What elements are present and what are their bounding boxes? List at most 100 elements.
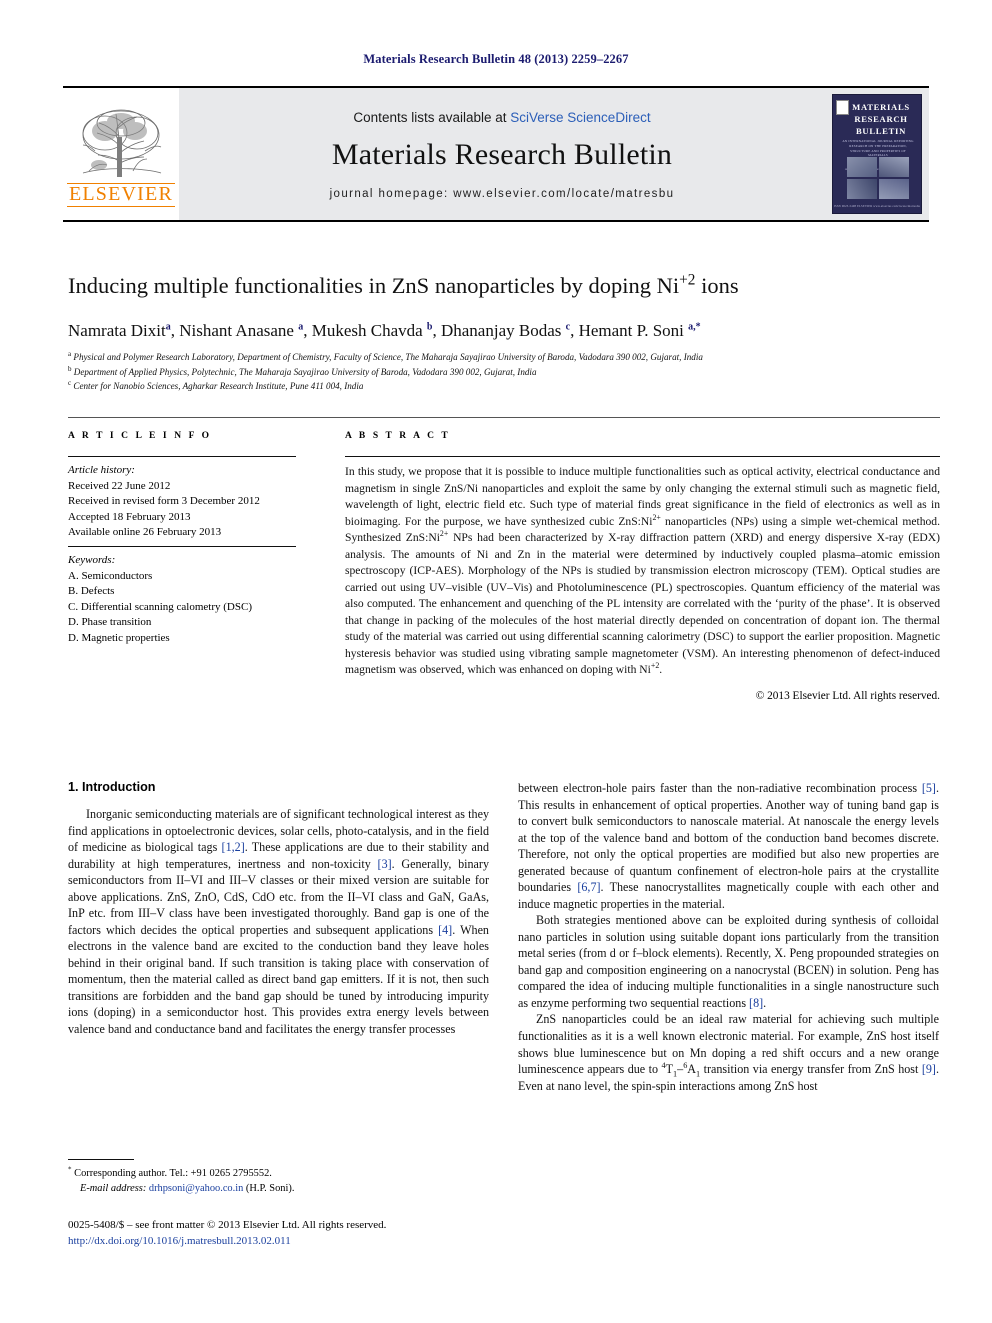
journal-title: Materials Research Bulletin [331,138,673,171]
journal-masthead: ELSEVIER Contents lists available at Sci… [63,86,929,222]
abstract-part-3: NPs had been characterized by X-ray diff… [345,531,940,677]
cover-title-line2: RESEARCH [854,114,908,124]
keyword-item: D. Magnetic properties [68,632,170,645]
email-owner: (H.P. Soni). [245,1183,295,1195]
info-section-top-rule [68,417,940,418]
email-label: E-mail address: [80,1183,147,1195]
keywords-rule [68,546,296,547]
cover-title-line1: MATERIALS [852,102,910,112]
keyword-item: B. Defects [68,585,115,598]
text-run: Both strategies mentioned above can be e… [518,913,939,1010]
running-head: Materials Research Bulletin 48 (2013) 22… [363,52,629,66]
journal-banner: Contents lists available at SciVerse Sci… [179,88,825,220]
cover-title-line3: BULLETIN [855,126,907,136]
corresponding-author-text: Corresponding author. Tel.: +91 0265 279… [74,1168,272,1179]
email-note: E-mail address: drhpsoni@yahoo.co.in (H.… [68,1181,498,1196]
article-title-tail: ions [695,273,739,298]
journal-cover-cell: MATERIALS RESEARCH BULLETIN AN INTERNATI… [825,88,929,220]
article-history: Article history: Received 22 June 2012 R… [68,463,303,541]
author-name: Dhananjay Bodas [440,321,562,340]
keywords-label: Keywords: [68,554,116,566]
cover-micrograph-2 [879,157,909,177]
text-run: between electron-hole pairs faster than … [518,781,922,795]
article-info-heading: A R T I C L E I N F O [68,431,212,441]
abstract-heading: A B S T R A C T [345,431,451,441]
journal-cover-thumbnail[interactable]: MATERIALS RESEARCH BULLETIN AN INTERNATI… [832,94,922,214]
author-affiliation-mark[interactable]: b [427,321,433,332]
article-page: Materials Research Bulletin 48 (2013) 22… [0,0,992,1323]
contents-available-line: Contents lists available at SciVerse Sci… [353,110,650,125]
author-list: Namrata Dixita, Nishant Anasane a, Mukes… [68,321,701,340]
paragraph: between electron-hole pairs faster than … [518,780,939,912]
transition-A: A [687,1062,697,1077]
elsevier-wordmark: ELSEVIER [66,183,176,207]
author-name: Namrata Dixit [68,321,166,340]
text-run: transition via energy transfer from ZnS … [700,1062,922,1077]
cover-subtitle: AN INTERNATIONAL JOURNAL REPORTING RESEA… [842,139,914,158]
sciencedirect-link[interactable]: SciVerse ScienceDirect [510,110,650,125]
author-affiliation-mark[interactable]: c [566,321,570,332]
page-footer: 0025-5408/$ – see front matter © 2013 El… [68,1218,548,1250]
affiliation-item: c Center for Nanobio Sciences, Agharkar … [68,379,948,394]
history-item: Available online 26 February 2013 [68,526,222,539]
body-column-right: between electron-hole pairs faster than … [518,780,939,1094]
section-heading-introduction: 1. Introduction [68,780,156,794]
affiliation-item: b Department of Applied Physics, Polytec… [68,365,948,380]
citation-ref[interactable]: [4] [438,923,452,937]
article-history-label: Article history: [68,464,135,476]
info-heading-rule [68,456,296,457]
abstract-sup-1: 2+ [652,512,661,522]
history-item: Received in revised form 3 December 2012 [68,495,260,508]
keyword-item: C. Differential scanning calometry (DSC) [68,600,252,613]
contents-prefix: Contents lists available at [353,110,511,125]
asterisk-icon: * [68,1165,72,1174]
keyword-item: D. Phase transition [68,616,152,629]
footnote-block: * Corresponding author. Tel.: +91 0265 2… [68,1166,498,1196]
author-affiliation-mark[interactable]: a,* [688,321,701,332]
elsevier-tree-icon [82,109,162,178]
transition-T: T [665,1062,674,1077]
citation-ref[interactable]: [8] [749,996,763,1010]
citation-ref[interactable]: [9] [922,1062,936,1076]
issn-line: 0025-5408/$ – see front matter © 2013 El… [68,1219,387,1231]
doi-link[interactable]: http://dx.doi.org/10.1016/j.matresbull.2… [68,1234,548,1250]
author-name: Hemant P. Soni [578,321,684,340]
citation-ref[interactable]: [5] [922,781,936,795]
text-run: . [763,995,767,1010]
keyword-list: Keywords: A. Semiconductors B. Defects C… [68,553,318,647]
affiliation-list: a Physical and Polymer Research Laborato… [68,350,948,394]
author-affiliation-mark[interactable]: a [298,321,303,332]
keyword-item: A. Semiconductors [68,569,153,582]
text-run: . This results in enhancement of optical… [518,781,939,895]
text-run: . When electrons in the valence band are… [68,922,489,1036]
cover-micrograph-1 [847,157,877,177]
cover-micrograph-4 [879,179,909,199]
article-title-main: Inducing multiple functionalities in ZnS… [68,273,680,298]
corresponding-author-note: * Corresponding author. Tel.: +91 0265 2… [68,1166,498,1181]
cover-elsevier-icon [836,100,849,115]
cover-micrograph-grid [847,157,909,199]
cover-footer-line: ISSN 0025-5408 ELSEVIER www.elsevier.com… [833,204,921,208]
history-item: Received 22 June 2012 [68,479,171,492]
affiliation-text: Physical and Polymer Research Laboratory… [73,352,703,362]
citation-ref[interactable]: [1,2] [222,840,245,854]
footnote-rule [68,1159,134,1160]
history-item: Accepted 18 February 2013 [68,510,191,523]
abstract-heading-rule [345,456,940,457]
affiliation-text: Center for Nanobio Sciences, Agharkar Re… [73,381,364,392]
author-affiliation-mark[interactable]: a [166,321,171,332]
paragraph: ZnS nanoparticles could be an ideal raw … [518,1011,939,1094]
citation-ref[interactable]: [3] [378,857,392,871]
article-title-superscript: +2 [679,271,696,289]
author-name: Nishant Anasane [179,321,294,340]
paragraph: Inorganic semiconducting materials are o… [68,806,489,1037]
journal-homepage-link[interactable]: journal homepage: www.elsevier.com/locat… [330,188,675,200]
author-name: Mukesh Chavda [311,321,423,340]
abstract-text: In this study, we propose that it is pos… [345,464,940,679]
email-link[interactable]: drhpsoni@yahoo.co.in [149,1183,243,1194]
abstract-part-4: . [659,663,663,677]
cover-micrograph-3 [847,179,877,199]
affiliation-mark: c [68,379,72,388]
affiliation-mark: a [68,349,72,358]
citation-ref[interactable]: [6,7] [577,880,600,894]
